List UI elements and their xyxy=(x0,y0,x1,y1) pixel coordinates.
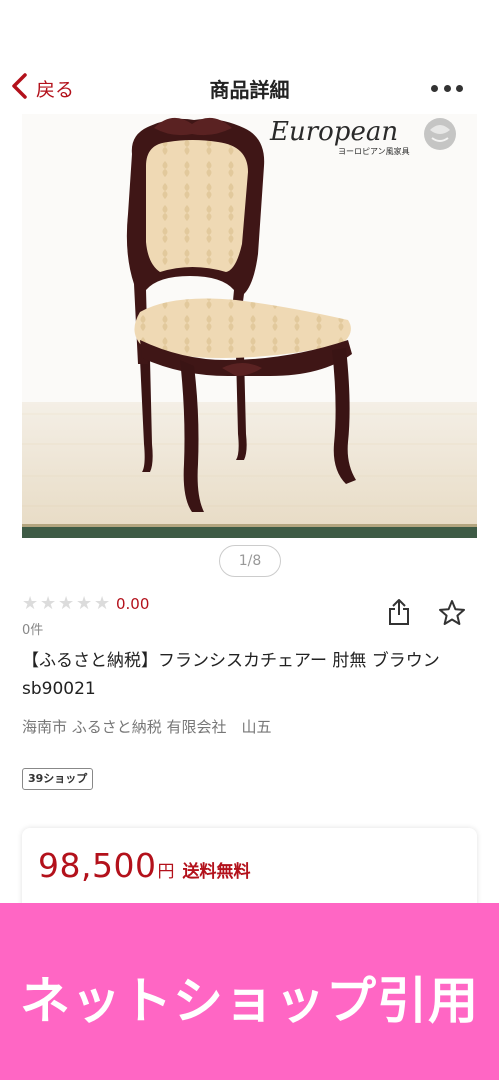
watermark-sub: ヨーロピアン風家具 xyxy=(338,146,410,156)
product-image-carousel[interactable]: European ヨーロピアン風家具 xyxy=(22,114,477,538)
shop-badge: 39ショップ xyxy=(22,768,94,790)
star-outline-icon xyxy=(439,600,465,625)
more-dot-icon xyxy=(456,84,463,92)
rating-summary: ★ ★ ★ ★ ★ 0.00 xyxy=(22,594,149,614)
share-icon xyxy=(389,599,409,625)
more-options-button[interactable] xyxy=(431,80,463,96)
rose-logo-icon xyxy=(424,118,456,150)
shop-name[interactable]: 海南市 ふるさと納税 有限会社 山五 xyxy=(22,716,272,737)
top-nav-bar: 戻る 商品詳細 xyxy=(0,62,499,114)
share-button[interactable] xyxy=(387,598,411,626)
star-icon: ★ xyxy=(58,593,75,614)
star-icon: ★ xyxy=(40,593,57,614)
status-bar xyxy=(0,0,499,62)
page-title: 商品詳細 xyxy=(209,78,290,102)
product-title: 【ふるさと納税】フランシスカチェアー 肘無 ブラウン sb90021 xyxy=(22,651,440,699)
price-value: 98,500 xyxy=(38,846,157,885)
price-row: 98,500 円 送料無料 xyxy=(38,846,250,885)
watermark-script: European xyxy=(269,117,398,147)
price-unit: 円 xyxy=(157,862,175,882)
more-dot-icon xyxy=(443,84,451,92)
image-pager: 1/8 xyxy=(219,545,281,577)
banner-text: ネットショップ引用 xyxy=(20,972,479,1030)
star-rating: ★ ★ ★ ★ ★ xyxy=(22,594,112,614)
review-count[interactable]: 0件 xyxy=(22,619,43,638)
favorite-button[interactable] xyxy=(438,599,466,627)
star-icon: ★ xyxy=(94,593,111,614)
shipping-label: 送料無料 xyxy=(182,862,251,882)
more-dot-icon xyxy=(431,84,438,92)
chair-photo: European ヨーロピアン風家具 xyxy=(22,114,477,538)
rating-value: 0.00 xyxy=(116,595,150,613)
overlay-banner: ネットショップ引用 xyxy=(0,903,499,1080)
star-icon: ★ xyxy=(22,593,39,614)
star-icon: ★ xyxy=(76,593,93,614)
